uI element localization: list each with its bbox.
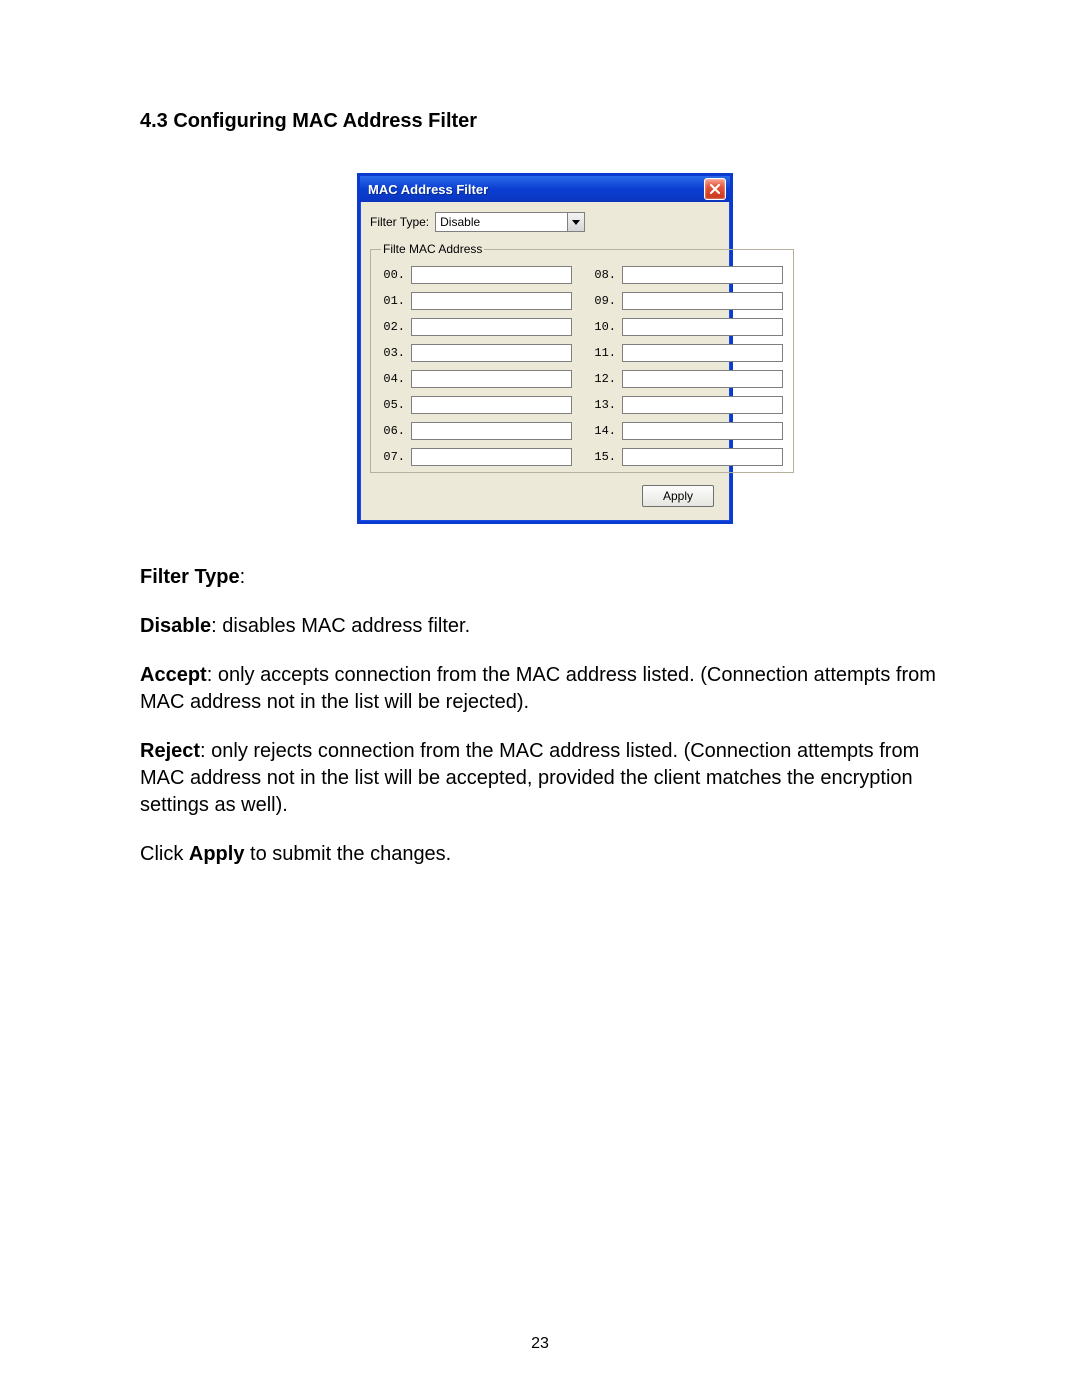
mac-entry: 09. xyxy=(592,292,783,310)
mac-entry: 12. xyxy=(592,370,783,388)
mac-entry-index: 06. xyxy=(381,424,405,438)
mac-entry-input[interactable] xyxy=(411,344,572,362)
dialog-titlebar[interactable]: MAC Address Filter xyxy=(360,176,730,202)
mac-entry-input[interactable] xyxy=(622,318,783,336)
accept-term: Accept xyxy=(140,664,207,686)
mac-entry-input[interactable] xyxy=(622,292,783,310)
mac-entry-index: 05. xyxy=(381,398,405,412)
mac-entry: 11. xyxy=(592,344,783,362)
mac-entry-input[interactable] xyxy=(411,396,572,414)
mac-entry-index: 01. xyxy=(381,294,405,308)
apply-button[interactable]: Apply xyxy=(642,485,714,507)
filter-type-select[interactable]: Disable xyxy=(435,212,585,232)
mac-entry-input[interactable] xyxy=(622,448,783,466)
section-heading: 4.3 Configuring MAC Address Filter xyxy=(140,110,950,133)
dialog-title: MAC Address Filter xyxy=(368,182,488,197)
mac-entry: 04. xyxy=(381,370,572,388)
mac-entry-index: 04. xyxy=(381,372,405,386)
mac-entry: 13. xyxy=(592,396,783,414)
dialog-button-row: Apply xyxy=(370,485,720,507)
mac-entry: 01. xyxy=(381,292,572,310)
mac-entry-input[interactable] xyxy=(411,292,572,310)
mac-entry-index: 14. xyxy=(592,424,616,438)
mac-entry-input[interactable] xyxy=(411,422,572,440)
mac-address-fieldset: Filte MAC Address 00. 08. 01. 09. 02. 10. 03. 1… xyxy=(370,242,794,473)
mac-entry: 14. xyxy=(592,422,783,440)
dialog-screenshot: MAC Address Filter Filter Type: Disable xyxy=(140,173,950,524)
mac-address-grid: 00. 08. 01. 09. 02. 10. 03. 11. 04. 12. 05. 13. 06. 1… xyxy=(381,266,783,466)
mac-entry-index: 10. xyxy=(592,320,616,334)
document-page: 4.3 Configuring MAC Address Filter MAC A… xyxy=(0,0,1080,1397)
mac-entry: 03. xyxy=(381,344,572,362)
click-suffix: to submit the changes. xyxy=(244,843,451,865)
mac-fieldset-legend: Filte MAC Address xyxy=(381,242,484,256)
mac-entry: 05. xyxy=(381,396,572,414)
disable-text: : disables MAC address filter. xyxy=(211,615,470,637)
reject-text: : only rejects connection from the MAC a… xyxy=(140,740,919,816)
mac-entry: 06. xyxy=(381,422,572,440)
mac-entry-input[interactable] xyxy=(622,344,783,362)
mac-entry-input[interactable] xyxy=(411,370,572,388)
mac-entry-index: 11. xyxy=(592,346,616,360)
mac-entry-index: 08. xyxy=(592,268,616,282)
mac-entry-input[interactable] xyxy=(411,266,572,284)
accept-text: : only accepts connection from the MAC a… xyxy=(140,664,936,713)
mac-entry-index: 02. xyxy=(381,320,405,334)
filter-type-label: Filter Type: xyxy=(370,215,429,229)
mac-entry-index: 15. xyxy=(592,450,616,464)
mac-entry-index: 00. xyxy=(381,268,405,282)
mac-entry-input[interactable] xyxy=(622,396,783,414)
click-prefix: Click xyxy=(140,843,189,865)
dialog-body: Filter Type: Disable Filte MAC Address 0… xyxy=(360,202,730,521)
mac-entry: 02. xyxy=(381,318,572,336)
mac-entry-index: 12. xyxy=(592,372,616,386)
colon: : xyxy=(240,566,246,588)
mac-entry-index: 03. xyxy=(381,346,405,360)
mac-entry-input[interactable] xyxy=(622,266,783,284)
reject-term: Reject xyxy=(140,740,200,762)
mac-entry-input[interactable] xyxy=(622,370,783,388)
mac-entry: 08. xyxy=(592,266,783,284)
filter-type-term: Filter Type xyxy=(140,566,240,588)
mac-entry-input[interactable] xyxy=(411,448,572,466)
mac-entry-input[interactable] xyxy=(411,318,572,336)
mac-entry-index: 09. xyxy=(592,294,616,308)
mac-entry: 07. xyxy=(381,448,572,466)
apply-word: Apply xyxy=(189,843,245,865)
filter-type-row: Filter Type: Disable xyxy=(370,212,720,232)
mac-entry: 15. xyxy=(592,448,783,466)
filter-type-value: Disable xyxy=(440,215,480,229)
page-number: 23 xyxy=(0,1335,1080,1353)
mac-filter-dialog: MAC Address Filter Filter Type: Disable xyxy=(357,173,733,524)
mac-entry: 10. xyxy=(592,318,783,336)
mac-entry-index: 07. xyxy=(381,450,405,464)
close-icon xyxy=(710,184,720,194)
mac-entry: 00. xyxy=(381,266,572,284)
chevron-down-icon[interactable] xyxy=(567,213,584,231)
disable-term: Disable xyxy=(140,615,211,637)
close-button[interactable] xyxy=(704,178,726,200)
mac-entry-input[interactable] xyxy=(622,422,783,440)
description-block: Filter Type: Disable: disables MAC addre… xyxy=(140,564,950,868)
mac-entry-index: 13. xyxy=(592,398,616,412)
